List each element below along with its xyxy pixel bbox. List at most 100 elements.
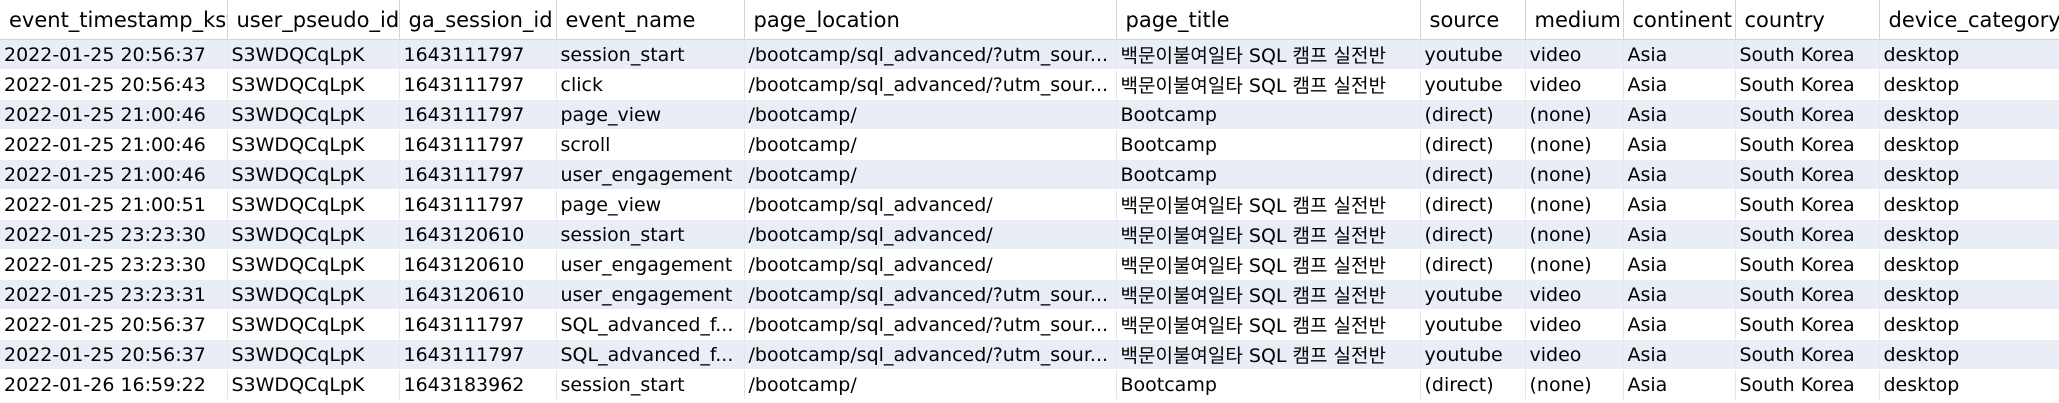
cell-continent[interactable]: Asia xyxy=(1623,129,1736,160)
cell-device-category[interactable]: desktop xyxy=(1879,219,2059,250)
cell-country[interactable]: South Korea xyxy=(1735,309,1880,340)
cell-page-location[interactable]: /bootcamp/sql_advanced/?utm_sour... xyxy=(744,69,1117,100)
cell-country[interactable]: South Korea xyxy=(1735,279,1880,310)
cell-page-title[interactable]: Bootcamp xyxy=(1116,369,1421,400)
cell-page-title[interactable]: 백문이불여일타 SQL 캠프 실전반 xyxy=(1116,309,1421,340)
table-row[interactable]: 2022-01-25 23:23:30 S3WDQCqLpK 1643120610 s… xyxy=(0,219,2059,250)
cell-event-timestamp-kst[interactable]: 2022-01-25 21:00:46 xyxy=(0,159,228,190)
cell-device-category[interactable]: desktop xyxy=(1879,129,2059,160)
cell-ga-session-id[interactable]: 1643111797 xyxy=(399,129,557,160)
table-row[interactable]: 2022-01-25 21:00:46 S3WDQCqLpK 1643111797 u… xyxy=(0,159,2059,190)
cell-page-location[interactable]: /bootcamp/sql_advanced/ xyxy=(744,189,1117,220)
table-row[interactable]: 2022-01-25 20:56:37 S3WDQCqLpK 1643111797 s… xyxy=(0,39,2059,70)
cell-user-pseudo-id[interactable]: S3WDQCqLpK xyxy=(227,39,400,70)
cell-medium[interactable]: video xyxy=(1525,279,1624,310)
cell-device-category[interactable]: desktop xyxy=(1879,249,2059,280)
cell-page-title[interactable]: Bootcamp xyxy=(1116,159,1421,190)
cell-medium[interactable]: (none) xyxy=(1525,99,1624,130)
cell-medium[interactable]: video xyxy=(1525,339,1624,370)
cell-event-name[interactable]: user_engagement xyxy=(556,279,745,310)
cell-page-title[interactable]: 백문이불여일타 SQL 캠프 실전반 xyxy=(1116,189,1421,220)
cell-page-location[interactable]: /bootcamp/ xyxy=(744,369,1117,400)
column-header-event-timestamp-kst[interactable]: event_timestamp_kst xyxy=(0,0,228,40)
cell-page-title[interactable]: 백문이불여일타 SQL 캠프 실전반 xyxy=(1116,219,1421,250)
cell-country[interactable]: South Korea xyxy=(1735,129,1880,160)
cell-page-title[interactable]: 백문이불여일타 SQL 캠프 실전반 xyxy=(1116,39,1421,70)
cell-page-location[interactable]: /bootcamp/sql_advanced/ xyxy=(744,219,1117,250)
cell-user-pseudo-id[interactable]: S3WDQCqLpK xyxy=(227,249,400,280)
cell-device-category[interactable]: desktop xyxy=(1879,159,2059,190)
cell-continent[interactable]: Asia xyxy=(1623,219,1736,250)
cell-device-category[interactable]: desktop xyxy=(1879,69,2059,100)
table-row[interactable]: 2022-01-25 20:56:37 S3WDQCqLpK 1643111797 S… xyxy=(0,309,2059,340)
cell-page-location[interactable]: /bootcamp/sql_advanced/?utm_sour... xyxy=(744,279,1117,310)
cell-source[interactable]: youtube xyxy=(1420,339,1526,370)
cell-device-category[interactable]: desktop xyxy=(1879,339,2059,370)
cell-page-location[interactable]: /bootcamp/ xyxy=(744,129,1117,160)
cell-medium[interactable]: video xyxy=(1525,69,1624,100)
cell-user-pseudo-id[interactable]: S3WDQCqLpK xyxy=(227,309,400,340)
cell-event-name[interactable]: SQL_advanced_f... xyxy=(556,309,745,340)
cell-user-pseudo-id[interactable]: S3WDQCqLpK xyxy=(227,369,400,400)
cell-medium[interactable]: (none) xyxy=(1525,249,1624,280)
column-header-page-title[interactable]: page_title xyxy=(1116,0,1421,40)
cell-medium[interactable]: (none) xyxy=(1525,159,1624,190)
cell-source[interactable]: youtube xyxy=(1420,39,1526,70)
cell-event-timestamp-kst[interactable]: 2022-01-25 23:23:30 xyxy=(0,249,228,280)
cell-event-timestamp-kst[interactable]: 2022-01-25 20:56:37 xyxy=(0,339,228,370)
cell-event-timestamp-kst[interactable]: 2022-01-25 23:23:30 xyxy=(0,219,228,250)
cell-page-location[interactable]: /bootcamp/sql_advanced/ xyxy=(744,249,1117,280)
cell-ga-session-id[interactable]: 1643111797 xyxy=(399,69,557,100)
column-header-page-location[interactable]: page_location xyxy=(744,0,1117,40)
column-header-medium[interactable]: medium xyxy=(1525,0,1624,40)
cell-country[interactable]: South Korea xyxy=(1735,69,1880,100)
cell-ga-session-id[interactable]: 1643111797 xyxy=(399,189,557,220)
cell-device-category[interactable]: desktop xyxy=(1879,369,2059,400)
cell-device-category[interactable]: desktop xyxy=(1879,309,2059,340)
cell-user-pseudo-id[interactable]: S3WDQCqLpK xyxy=(227,69,400,100)
cell-country[interactable]: South Korea xyxy=(1735,159,1880,190)
cell-ga-session-id[interactable]: 1643183962 xyxy=(399,369,557,400)
cell-ga-session-id[interactable]: 1643111797 xyxy=(399,159,557,190)
cell-event-name[interactable]: user_engagement xyxy=(556,249,745,280)
cell-medium[interactable]: video xyxy=(1525,309,1624,340)
cell-page-location[interactable]: /bootcamp/ xyxy=(744,99,1117,130)
cell-country[interactable]: South Korea xyxy=(1735,189,1880,220)
cell-country[interactable]: South Korea xyxy=(1735,369,1880,400)
table-row[interactable]: 2022-01-25 23:23:30 S3WDQCqLpK 1643120610 u… xyxy=(0,249,2059,280)
cell-event-timestamp-kst[interactable]: 2022-01-25 21:00:51 xyxy=(0,189,228,220)
cell-device-category[interactable]: desktop xyxy=(1879,99,2059,130)
column-header-country[interactable]: country xyxy=(1735,0,1880,40)
table-row[interactable]: 2022-01-25 20:56:37 S3WDQCqLpK 1643111797 S… xyxy=(0,339,2059,370)
cell-source[interactable]: (direct) xyxy=(1420,159,1526,190)
cell-ga-session-id[interactable]: 1643111797 xyxy=(399,99,557,130)
cell-page-title[interactable]: 백문이불여일타 SQL 캠프 실전반 xyxy=(1116,279,1421,310)
cell-page-title[interactable]: 백문이불여일타 SQL 캠프 실전반 xyxy=(1116,249,1421,280)
cell-event-timestamp-kst[interactable]: 2022-01-25 20:56:43 xyxy=(0,69,228,100)
table-row[interactable]: 2022-01-25 21:00:46 S3WDQCqLpK 1643111797 p… xyxy=(0,99,2059,130)
cell-event-timestamp-kst[interactable]: 2022-01-26 16:59:22 xyxy=(0,369,228,400)
cell-event-name[interactable]: scroll xyxy=(556,129,745,160)
table-row[interactable]: 2022-01-25 23:23:31 S3WDQCqLpK 1643120610 u… xyxy=(0,279,2059,310)
cell-user-pseudo-id[interactable]: S3WDQCqLpK xyxy=(227,99,400,130)
cell-page-location[interactable]: /bootcamp/ xyxy=(744,159,1117,190)
table-row[interactable]: 2022-01-25 20:56:43 S3WDQCqLpK 1643111797 c… xyxy=(0,69,2059,100)
cell-source[interactable]: youtube xyxy=(1420,309,1526,340)
cell-source[interactable]: (direct) xyxy=(1420,249,1526,280)
cell-event-name[interactable]: session_start xyxy=(556,39,745,70)
cell-source[interactable]: youtube xyxy=(1420,279,1526,310)
cell-page-title[interactable]: Bootcamp xyxy=(1116,129,1421,160)
column-header-continent[interactable]: continent xyxy=(1623,0,1736,40)
cell-continent[interactable]: Asia xyxy=(1623,189,1736,220)
cell-medium[interactable]: (none) xyxy=(1525,129,1624,160)
column-header-source[interactable]: source xyxy=(1420,0,1526,40)
cell-country[interactable]: South Korea xyxy=(1735,39,1880,70)
cell-source[interactable]: (direct) xyxy=(1420,369,1526,400)
cell-event-timestamp-kst[interactable]: 2022-01-25 21:00:46 xyxy=(0,99,228,130)
cell-continent[interactable]: Asia xyxy=(1623,339,1736,370)
cell-country[interactable]: South Korea xyxy=(1735,249,1880,280)
cell-page-location[interactable]: /bootcamp/sql_advanced/?utm_sour... xyxy=(744,339,1117,370)
cell-continent[interactable]: Asia xyxy=(1623,159,1736,190)
cell-ga-session-id[interactable]: 1643120610 xyxy=(399,279,557,310)
column-header-event-name[interactable]: event_name xyxy=(556,0,745,40)
